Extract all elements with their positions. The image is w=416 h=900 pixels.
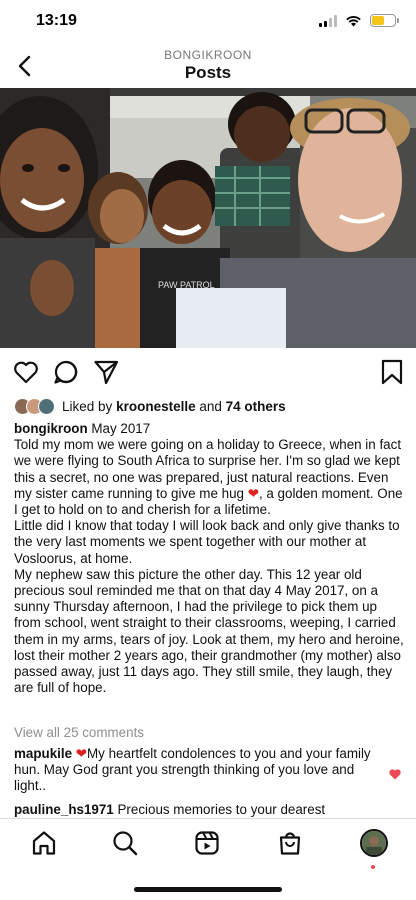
bookmark-icon[interactable] [378,358,406,386]
liker-avatars [14,397,55,415]
home-indicator [134,887,282,892]
red-heart-emoji-icon: ❤ [75,746,88,761]
view-all-comments-link[interactable]: View all 25 comments [14,725,144,740]
heart-icon[interactable] [12,358,40,386]
comment-username[interactable]: mapukile [14,746,72,761]
comment-username[interactable]: pauline_hs1971 [14,802,114,817]
caption-username[interactable]: bongikroon [14,421,88,436]
reels-icon[interactable] [193,829,221,857]
caption-header: bongikroon May 2017 [14,421,406,437]
search-icon[interactable] [111,829,139,857]
comment-like-heart-icon[interactable] [388,767,402,781]
caption-date: May 2017 [91,421,151,436]
status-icons [319,14,399,27]
battery-icon [370,14,399,27]
profile-avatar[interactable] [360,829,388,857]
page-title: Posts [184,63,232,82]
profile-picture [362,831,386,855]
status-time: 13:19 [36,12,77,29]
shop-icon[interactable] [276,829,304,857]
post-photo-illustration: PAW PATROL [0,88,416,348]
liker-username[interactable]: kroonestelle [116,399,196,414]
share-icon[interactable] [92,358,120,386]
likes-others[interactable]: 74 others [226,399,286,414]
post-photo[interactable]: PAW PATROL [0,88,416,348]
comment-text: Precious memories to your dearest [117,802,326,817]
post-actions [0,358,416,386]
wifi-icon [346,16,361,27]
notification-dot [371,865,375,869]
likes-row[interactable]: Liked by kroonestelle and 74 others [14,396,402,416]
bottom-nav [0,818,416,900]
caption-paragraph-3: My nephew saw this picture the other day… [14,566,404,696]
likes-prefix: Liked by [62,398,113,414]
status-bar: 13:19 [0,0,416,44]
caption-paragraph-2: Little did I know that today I will look… [14,518,400,566]
comment-icon[interactable] [52,358,80,386]
caption-paragraph-1: Told my mom we were going on a holiday t… [14,437,406,518]
likes-conjunction: and [199,398,222,414]
header: BONGIKROON Posts [0,44,416,88]
avatar [38,397,55,415]
post-caption: bongikroon May 2017 Told my mom we were … [14,421,406,696]
red-heart-emoji-icon: ❤ [247,485,259,501]
likes-text: Liked by kroonestelle and 74 others [62,399,286,414]
comment: mapukile ❤My heartfelt condolences to yo… [14,746,384,795]
comment: pauline_hs1971 Precious memories to your… [14,802,384,818]
home-icon[interactable] [30,829,58,857]
signal-icon [319,14,337,27]
header-username: BONGIKROON [164,48,252,62]
